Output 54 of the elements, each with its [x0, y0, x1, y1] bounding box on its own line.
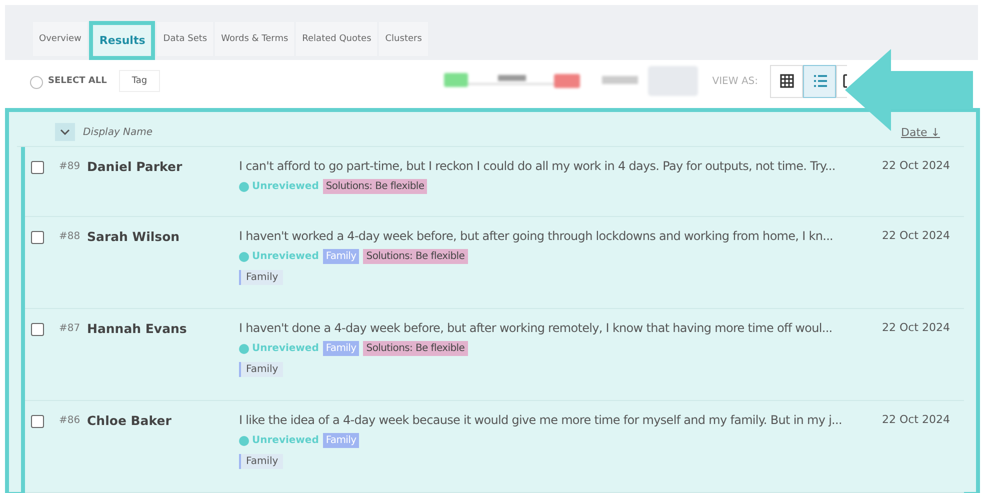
- sort-link[interactable]: Date ↓: [900, 126, 940, 138]
- quote-text: I can't afford to go part-time, but I reckon I could do all my work in 4 days. Pay for outputs, not time. Try...: [239, 159, 836, 173]
- status-label: Unreviewed: [252, 181, 319, 192]
- result-row[interactable]: #87 Hannah Evans I haven't done a 4-day week before, but after working remotely, I know that having more time off woul... Unreviewed Family Solutions: Be flexible Family 22 Oct 2024: [25, 309, 964, 401]
- row-checkbox[interactable]: [31, 231, 44, 244]
- select-all-checkbox[interactable]: SELECT ALL: [30, 74, 107, 88]
- tab[interactable]: Related Quotes: [296, 22, 378, 56]
- tab[interactable]: Results: [89, 21, 156, 60]
- list-icon: [812, 75, 828, 87]
- quote-text: I haven't worked a 4-day week before, but after going through lockdowns and working from home, I kn...: [239, 229, 834, 243]
- result-row[interactable]: #86 Chloe Baker I like the idea of a 4-day week because it would give me more time for myself and my family. But in my j... Unreviewed Family Family 22 Oct 2024: [25, 401, 964, 493]
- view-as-label: VIEW AS:: [712, 76, 758, 86]
- tag: Solutions: Be flexible: [363, 341, 468, 356]
- tab[interactable]: Words & Terms: [215, 22, 294, 56]
- tag: Solutions: Be flexible: [363, 249, 468, 264]
- row-checkbox[interactable]: [31, 323, 44, 336]
- status-label: Unreviewed: [252, 435, 319, 446]
- collapse-button[interactable]: [55, 123, 75, 141]
- tag: Family: [322, 249, 360, 264]
- status-label: Unreviewed: [252, 251, 319, 262]
- row-checkbox[interactable]: [31, 415, 44, 428]
- respondent-name: Daniel Parker: [87, 159, 184, 174]
- tab[interactable]: Data Sets: [157, 22, 214, 56]
- tab[interactable]: Overview: [33, 22, 88, 56]
- row-checkbox[interactable]: [31, 161, 44, 174]
- code-label: Family: [239, 454, 284, 469]
- date-text: 22 Oct 2024: [882, 159, 950, 172]
- tag-button[interactable]: Tag: [118, 70, 160, 92]
- row-number: #89: [59, 161, 82, 172]
- grid-icon: [780, 74, 794, 88]
- tag: Solutions: Be flexible: [322, 179, 428, 194]
- quote-text: I haven't done a 4-day week before, but after working remotely, I know that having more time off woul...: [239, 321, 834, 335]
- row-number: #88: [59, 231, 82, 242]
- tag: Family: [322, 341, 360, 356]
- column-header: Display Name: [83, 126, 153, 138]
- result-row[interactable]: #88 Sarah Wilson I haven't worked a 4-day week before, but after going through lockdowns and working from home, I kn... Unreviewed Family Solutions: Be flexible Family 22 Oct 2024: [25, 217, 964, 309]
- respondent-name: Chloe Baker: [87, 413, 172, 428]
- chevron-down-icon: [60, 129, 70, 135]
- row-number: #87: [59, 323, 82, 334]
- result-row[interactable]: #89 Daniel Parker I can't afford to go part-time, but I reckon I could do all my work in 4 days. Pay for outputs, not time. Try... Unreviewed Solutions: Be flexible 22 Oct 2024: [25, 147, 964, 217]
- tag: Family: [322, 433, 360, 448]
- status-label: Unreviewed: [252, 343, 319, 354]
- code-label: Family: [239, 270, 284, 285]
- date-text: 22 Oct 2024: [882, 413, 950, 426]
- view-button[interactable]: [836, 64, 847, 98]
- view-button[interactable]: [770, 64, 803, 98]
- date-text: 22 Oct 2024: [882, 229, 950, 242]
- row-number: #86: [59, 415, 82, 426]
- quote-text: I like the idea of a 4-day week because it would give me more time for myself and my family. But in my j...: [239, 413, 843, 427]
- code-label: Family: [239, 362, 284, 377]
- date-text: 22 Oct 2024: [882, 321, 950, 334]
- respondent-name: Hannah Evans: [87, 321, 188, 336]
- respondent-name: Sarah Wilson: [87, 229, 181, 244]
- tab[interactable]: Clusters: [379, 22, 428, 56]
